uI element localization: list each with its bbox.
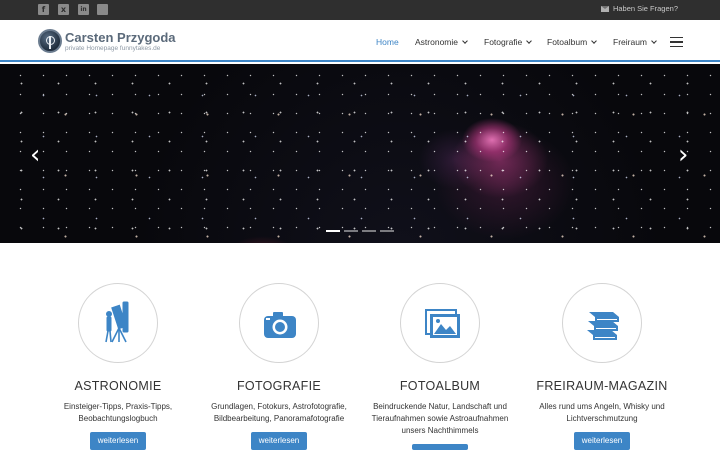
feature-title: ASTRONOMIE [74,379,162,393]
feature-description: Beindruckende Natur, Landschaft und Tier… [360,401,520,437]
page: f x in xing Haben Sie Fragen? Carsten Pr… [0,0,720,450]
nav-label: Fotoalbum [547,37,588,47]
feature-description-line: Tieraufnahmen sowie Astroaufnahmen [371,414,509,423]
header: Carsten Przygoda private Homepage funnyt… [0,20,720,62]
image-icon [425,309,460,338]
feature-description-line: Einsteiger-Tipps, Praxis-Tipps, [63,402,173,411]
feature-description: Einsteiger-Tipps, Praxis-Tipps, Beobacht… [38,401,198,425]
feature-description-line: unsers Nachthimmels [401,426,479,435]
feature-title: FOTOGRAFIE [236,379,322,393]
xing-icon[interactable]: xing [97,4,108,15]
books-icon [587,312,619,340]
nav-astronomie[interactable]: Astronomie [415,37,468,47]
nav-label: Fotografie [484,37,523,47]
linkedin-icon[interactable]: in [78,4,89,15]
nav-label: Astronomie [415,37,458,47]
nav-freiraum[interactable]: Freiraum [613,37,657,47]
nav-home[interactable]: Home [376,37,399,47]
chevron-down-icon [462,37,468,44]
slider-dot[interactable] [326,230,340,232]
feature-description-line: Grundlagen, Fotokurs, Astrofotografie, [211,402,347,411]
feature-icon-circle[interactable] [400,283,480,363]
feature-icon-circle[interactable] [562,283,642,363]
nav-fotografie[interactable]: Fotografie [484,37,533,47]
feature-title: FREIRAUM-MAGAZIN [536,379,668,393]
nav-label: Freiraum [613,37,648,47]
feature-description: Alles rund ums Angeln, Whisky und Lichtv… [522,401,682,425]
x-icon[interactable]: x [58,4,69,15]
telescope-icon [105,301,129,343]
site-title[interactable]: Carsten Przygoda [65,30,176,45]
feature-icon-circle[interactable] [78,283,158,363]
camera-icon [264,312,296,338]
feature-description-line: Lichtverschmutzung [566,414,638,423]
chevron-down-icon [651,37,657,44]
site-subtitle: private Homepage funnytakes.de [65,45,161,52]
hero-slider: ‹ › [0,64,720,243]
feature-description-line: Alles rund ums Angeln, Whisky und [539,402,665,411]
facebook-icon[interactable]: f [38,4,49,15]
chevron-down-icon [591,37,598,44]
feature-title: FOTOALBUM [399,379,481,393]
slider-prev-button[interactable]: ‹ [30,142,40,168]
slider-dot[interactable] [380,230,394,232]
nav-label: Home [376,37,399,47]
slider-next-button[interactable]: › [678,142,688,168]
weiterlesen-button[interactable]: weiterlesen [574,432,630,450]
feature-description-line: Beindruckende Natur, Landschaft und [373,402,507,411]
feature-description: Grundlagen, Fotokurs, Astrofotografie, B… [199,401,359,425]
nav-fotoalbum[interactable]: Fotoalbum [547,37,598,47]
mail-icon [600,5,609,12]
contact-link[interactable]: Haben Sie Fragen? [600,4,678,13]
top-bar: f x in xing Haben Sie Fragen? [0,0,720,20]
chevron-down-icon [526,37,533,44]
weiterlesen-button[interactable]: weiterlesen [90,432,146,450]
feature-icon-circle[interactable] [239,283,319,363]
contact-label: Haben Sie Fragen? [612,4,678,13]
slider-dot[interactable] [344,230,358,232]
slider-dot[interactable] [362,230,376,232]
menu-icon[interactable] [670,37,683,47]
logo-icon[interactable] [38,29,62,53]
star-field [0,64,720,243]
weiterlesen-button[interactable]: weiterlesen [251,432,307,450]
feature-description-line: Beobachtungslogbuch [78,414,158,423]
weiterlesen-button[interactable] [412,444,468,450]
feature-description-line: Bildbearbeitung, Panoramafotografie [213,414,345,423]
